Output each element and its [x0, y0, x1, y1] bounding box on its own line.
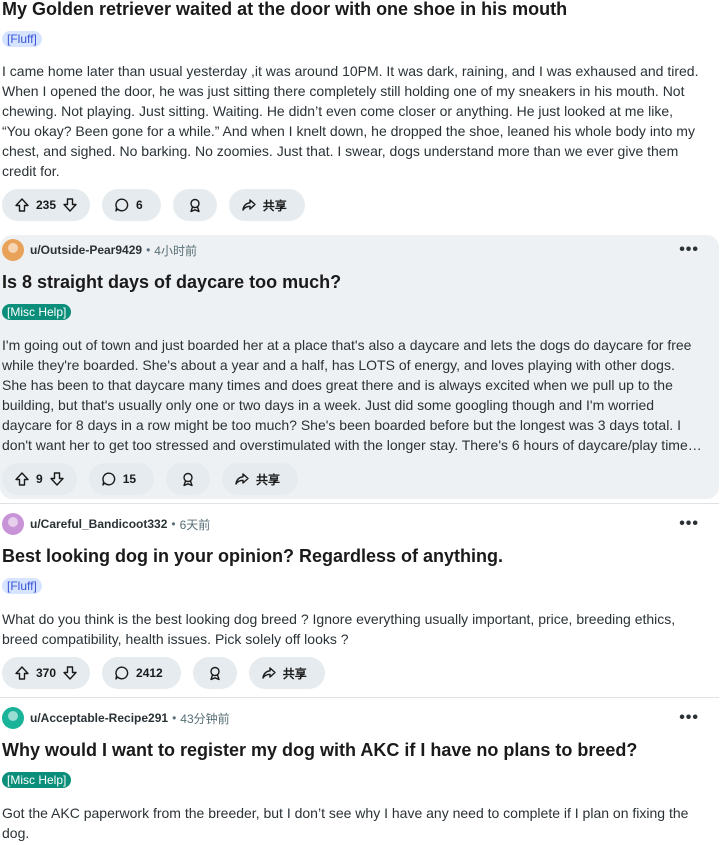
share-icon: [262, 667, 276, 679]
share-button[interactable]: 共享: [228, 189, 305, 221]
more-options-icon[interactable]: •••: [679, 241, 699, 259]
post-actions: 235 6 共享: [2, 189, 305, 221]
divider: [0, 503, 719, 504]
post-title[interactable]: Best looking dog in your opinion? Regard…: [2, 546, 503, 567]
post-flair[interactable]: [Fluff]: [2, 578, 42, 594]
comment-count: 2412: [136, 666, 163, 680]
post-body: I came home later than usual yesterday ,…: [2, 63, 699, 179]
award-button[interactable]: [192, 657, 237, 689]
meta-separator: •: [171, 517, 176, 531]
divider: [0, 697, 719, 698]
vote-pill: 9: [2, 463, 77, 495]
post-actions: 9 15 共享: [2, 463, 299, 495]
comment-count: 6: [136, 198, 143, 212]
post-time: 43分钟前: [180, 711, 230, 726]
post-body: I'm going out of town and just boarded h…: [2, 337, 692, 453]
upvote-icon[interactable]: [14, 665, 30, 681]
more-options-icon[interactable]: •••: [679, 709, 699, 727]
share-button[interactable]: 共享: [222, 463, 299, 495]
vote-count: 370: [36, 666, 57, 680]
award-icon: [210, 666, 220, 681]
share-button[interactable]: 共享: [248, 657, 325, 689]
post-flair[interactable]: [Fluff]: [2, 31, 42, 47]
downvote-icon[interactable]: [62, 665, 78, 681]
vote-count: 235: [36, 198, 57, 212]
post-title[interactable]: My Golden retriever waited at the door w…: [2, 0, 567, 20]
post-flair[interactable]: [Misc Help]: [2, 772, 72, 788]
downvote-icon[interactable]: [49, 471, 65, 487]
vote-count: 9: [36, 472, 43, 486]
comment-icon: [115, 198, 129, 212]
meta-separator: •: [172, 711, 177, 725]
post-card[interactable]: u/Acceptable-Recipe291 • 43分钟前 ••• Why w…: [0, 705, 719, 845]
comments-button[interactable]: 2412: [102, 657, 181, 689]
share-label: 共享: [256, 472, 281, 487]
more-options-icon[interactable]: •••: [679, 515, 699, 533]
avatar[interactable]: [2, 513, 24, 535]
post-meta: u/Outside-Pear9429 • 4小时前: [2, 238, 197, 262]
avatar[interactable]: [2, 239, 24, 261]
upvote-icon[interactable]: [14, 471, 30, 487]
vote-pill: 235: [2, 189, 91, 221]
upvote-icon[interactable]: [14, 197, 30, 213]
post-author[interactable]: u/Acceptable-Recipe291: [30, 711, 168, 725]
post-meta: u/Acceptable-Recipe291 • 43分钟前: [2, 706, 230, 730]
meta-separator: •: [146, 243, 151, 257]
award-button[interactable]: [166, 463, 211, 495]
award-button[interactable]: [172, 189, 217, 221]
post-time: 6天前: [179, 517, 211, 532]
post-time: 4小时前: [154, 243, 197, 258]
post-flair[interactable]: [Misc Help]: [2, 304, 72, 320]
post-body: What do you think is the best looking do…: [2, 611, 676, 647]
post-author[interactable]: u/Careful_Bandicoot332: [30, 517, 167, 531]
post-actions: 370 2412 共享: [2, 657, 325, 689]
avatar[interactable]: [2, 707, 24, 729]
comments-button[interactable]: 6: [102, 189, 161, 221]
vote-pill: 370: [2, 657, 91, 689]
comment-icon: [101, 472, 115, 486]
downvote-icon[interactable]: [62, 197, 78, 213]
post-author[interactable]: u/Outside-Pear9429: [30, 243, 142, 257]
comment-count: 15: [122, 472, 137, 486]
comment-icon: [115, 666, 129, 680]
award-icon: [183, 472, 193, 487]
post-card[interactable]: u/Outside-Pear9429 • 4小时前 ••• Is 8 strai…: [0, 235, 719, 499]
comments-button[interactable]: 15: [88, 463, 155, 495]
post-body: Got the AKC paperwork from the breeder, …: [2, 805, 689, 841]
post-card[interactable]: u/Careful_Bandicoot332 • 6天前 ••• Best lo…: [0, 511, 719, 691]
award-icon: [190, 198, 200, 213]
post-meta: u/Careful_Bandicoot332 • 6天前: [2, 512, 210, 536]
share-label: 共享: [282, 666, 307, 681]
post-title[interactable]: Is 8 straight days of daycare too much?: [2, 272, 341, 293]
post-title[interactable]: Why would I want to register my dog with…: [2, 740, 637, 761]
post-card[interactable]: My Golden retriever waited at the door w…: [0, 0, 719, 232]
share-icon: [235, 473, 249, 485]
share-label: 共享: [262, 198, 287, 213]
share-icon: [242, 199, 256, 211]
